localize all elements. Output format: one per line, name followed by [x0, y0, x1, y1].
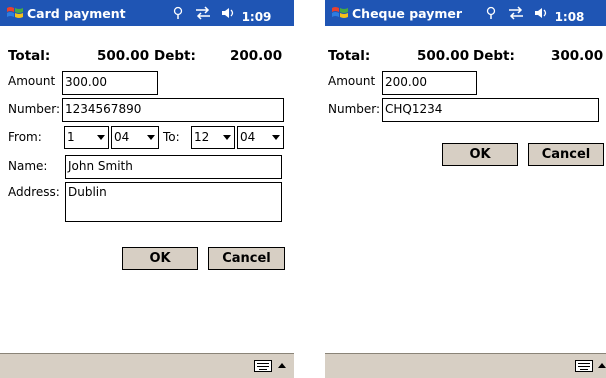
windows-start-icon[interactable] [331, 4, 349, 22]
chevron-down-icon [97, 135, 105, 140]
debt-value: 200.00 [230, 48, 283, 64]
number-label: Number: [328, 102, 381, 116]
menu-bar [325, 353, 606, 378]
to-month-select[interactable]: 04 [237, 126, 284, 149]
to-label: To: [163, 130, 180, 144]
amount-label: Amount [328, 74, 376, 88]
speaker-icon[interactable] [534, 6, 548, 20]
debt-label: Debt: [154, 48, 196, 64]
window-title: Cheque paymer [352, 6, 463, 21]
antenna-icon[interactable] [485, 6, 497, 20]
antenna-icon[interactable] [172, 6, 184, 20]
name-field[interactable]: John Smith [65, 155, 282, 179]
ok-button[interactable]: OK [442, 143, 518, 166]
chevron-down-icon [272, 135, 280, 140]
chevron-down-icon [223, 135, 231, 140]
debt-value: 300.00 [551, 48, 604, 64]
menu-bar [0, 353, 294, 378]
address-field[interactable]: Dublin [65, 182, 282, 222]
total-value: 500.00 [97, 48, 150, 64]
from-month-value: 04 [114, 130, 130, 144]
number-label: Number: [8, 102, 61, 116]
number-field[interactable]: 1234567890 [62, 98, 284, 122]
amount-label: Amount [8, 74, 56, 88]
card-payment-screen: Card payment 1:09 Total: 500.00 Debt: 20… [0, 0, 294, 378]
title-bar: Card payment 1:09 [0, 0, 294, 26]
status-icons: 1:08 [485, 6, 584, 24]
chevron-down-icon [147, 135, 155, 140]
cancel-button[interactable]: Cancel [528, 143, 604, 166]
title-bar: Cheque paymer 1:08 [325, 0, 606, 26]
cancel-button[interactable]: Cancel [208, 247, 285, 270]
from-month-select[interactable]: 04 [111, 126, 159, 149]
from-label: From: [8, 130, 42, 144]
clock[interactable]: 1:08 [555, 10, 585, 24]
sync-icon[interactable] [194, 6, 212, 20]
keyboard-icon[interactable] [254, 360, 272, 372]
keyboard-icon[interactable] [575, 360, 593, 372]
amount-field[interactable]: 200.00 [382, 71, 477, 95]
clock[interactable]: 1:09 [242, 10, 272, 24]
total-label: Total: [8, 48, 51, 64]
number-field[interactable]: CHQ1234 [382, 98, 599, 122]
from-day-value: 1 [67, 130, 75, 144]
address-label: Address: [8, 185, 60, 199]
total-value: 500.00 [417, 48, 470, 64]
sync-icon[interactable] [507, 6, 525, 20]
amount-field[interactable]: 300.00 [62, 71, 158, 95]
ok-button[interactable]: OK [122, 247, 198, 270]
up-arrow-icon[interactable] [598, 363, 606, 368]
to-day-value: 12 [194, 130, 210, 144]
speaker-icon[interactable] [221, 6, 235, 20]
status-icons: 1:09 [172, 6, 271, 24]
to-day-select[interactable]: 12 [191, 126, 235, 149]
total-label: Total: [328, 48, 371, 64]
window-title: Card payment [27, 6, 126, 21]
from-day-select[interactable]: 1 [64, 126, 109, 149]
to-month-value: 04 [240, 130, 256, 144]
windows-start-icon[interactable] [6, 4, 24, 22]
cheque-payment-screen: Cheque paymer 1:08 Total: 500.00 Debt: 3… [325, 0, 606, 378]
name-label: Name: [8, 159, 48, 173]
debt-label: Debt: [473, 48, 515, 64]
up-arrow-icon[interactable] [278, 363, 286, 368]
